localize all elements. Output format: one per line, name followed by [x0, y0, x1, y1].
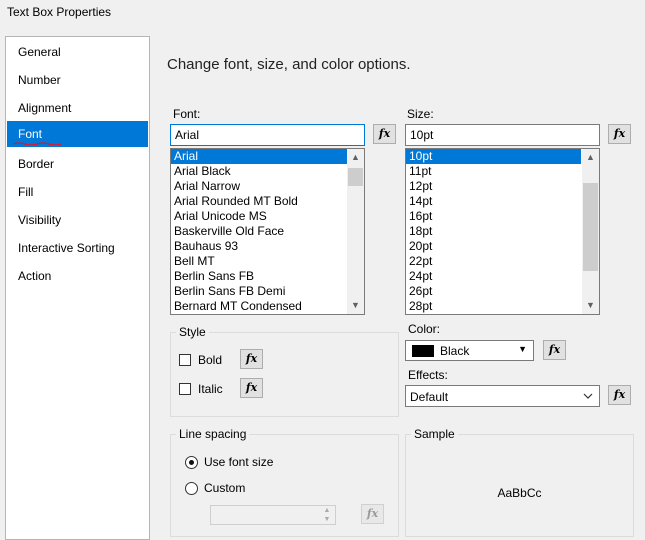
list-item[interactable]: 18pt: [406, 224, 599, 239]
list-item[interactable]: 12pt: [406, 179, 599, 194]
custom-radio[interactable]: [185, 482, 198, 495]
fx-icon: fx: [613, 127, 626, 140]
size-listbox[interactable]: 10pt 11pt 12pt 14pt 16pt 18pt 20pt 22pt …: [405, 148, 600, 315]
sample-group-title: Sample: [411, 427, 458, 441]
custom-spacing-input[interactable]: [210, 505, 336, 525]
page-heading: Change font, size, and color options.: [167, 56, 411, 73]
use-font-size-label: Use font size: [204, 455, 274, 469]
list-item[interactable]: 22pt: [406, 254, 599, 269]
scroll-thumb[interactable]: [348, 168, 363, 186]
italic-expression-button[interactable]: fx: [240, 378, 263, 398]
color-value: Black: [440, 344, 470, 358]
use-font-size-radio[interactable]: [185, 456, 198, 469]
nav-item-label: Visibility: [18, 213, 62, 227]
list-item[interactable]: 11pt: [406, 164, 599, 179]
effects-value: Default: [410, 390, 449, 404]
nav-item-label: Interactive Sorting: [18, 241, 115, 255]
nav-item-label: Border: [18, 157, 55, 171]
nav-item-general[interactable]: General: [7, 39, 148, 65]
sample-text: AaBbCc: [497, 486, 542, 500]
custom-spacing-expression-button[interactable]: fx: [361, 504, 384, 524]
list-item[interactable]: 28pt: [406, 299, 599, 314]
list-item[interactable]: Berlin Sans FB Demi: [171, 284, 364, 299]
custom-label: Custom: [204, 481, 246, 495]
list-item[interactable]: Arial Unicode MS: [171, 209, 364, 224]
list-item[interactable]: 26pt: [406, 284, 599, 299]
nav-item-label: General: [18, 45, 61, 59]
spinner-arrows-icon[interactable]: ▲ ▼: [320, 506, 334, 524]
font-expression-button[interactable]: fx: [373, 124, 396, 144]
nav-item-number[interactable]: Number: [7, 67, 148, 93]
nav-item-font[interactable]: Font: [7, 121, 148, 147]
list-item[interactable]: Arial Rounded MT Bold: [171, 194, 364, 209]
nav-item-action[interactable]: Action: [7, 263, 148, 289]
nav-item-label: Fill: [18, 185, 34, 199]
list-item[interactable]: Bauhaus 93: [171, 239, 364, 254]
style-group: [170, 332, 399, 417]
font-label: Font:: [173, 107, 201, 121]
fx-icon: fx: [245, 381, 258, 394]
nav-item-label: Font: [18, 127, 43, 141]
nav-item-border[interactable]: Border: [7, 151, 148, 177]
effects-label: Effects:: [408, 368, 448, 382]
color-swatch: [412, 345, 434, 357]
color-label: Color:: [408, 322, 441, 336]
list-item[interactable]: 16pt: [406, 209, 599, 224]
color-expression-button[interactable]: fx: [543, 340, 566, 360]
size-scrollbar[interactable]: ▲ ▼: [582, 149, 599, 314]
size-expression-button[interactable]: fx: [608, 124, 631, 144]
nav-item-label: Number: [18, 73, 61, 87]
fx-icon: fx: [366, 507, 379, 520]
bold-expression-button[interactable]: fx: [240, 349, 263, 369]
nav-item-interactive-sorting[interactable]: Interactive Sorting: [7, 235, 148, 261]
fx-icon: fx: [378, 127, 391, 140]
size-label: Size:: [407, 107, 434, 121]
list-item[interactable]: Berlin Sans FB: [171, 269, 364, 284]
font-input[interactable]: Arial: [170, 124, 365, 146]
color-dropdown[interactable]: Black ▼: [405, 340, 534, 361]
list-item[interactable]: Arial Black: [171, 164, 364, 179]
line-spacing-group-title: Line spacing: [176, 427, 250, 441]
effects-dropdown[interactable]: Default: [405, 385, 600, 407]
scroll-up-icon[interactable]: ▲: [347, 149, 364, 166]
list-item[interactable]: 10pt: [406, 149, 581, 164]
nav-item-fill[interactable]: Fill: [7, 179, 148, 205]
nav-item-alignment[interactable]: Alignment: [7, 95, 148, 121]
chevron-down-icon: [583, 393, 593, 399]
list-item[interactable]: Baskerville Old Face: [171, 224, 364, 239]
nav-item-label: Alignment: [18, 101, 72, 115]
spellcheck-underline: [13, 142, 61, 145]
list-item[interactable]: Arial: [171, 149, 350, 164]
nav-item-label: Action: [18, 269, 52, 283]
list-item[interactable]: 24pt: [406, 269, 599, 284]
style-group-title: Style: [176, 325, 209, 339]
list-item[interactable]: Bell MT: [171, 254, 364, 269]
list-item[interactable]: Arial Narrow: [171, 179, 364, 194]
list-item[interactable]: Bernard MT Condensed: [171, 299, 364, 314]
category-nav: General Number Alignment Font Border Fil…: [5, 36, 150, 540]
size-input[interactable]: 10pt: [405, 124, 600, 146]
nav-item-visibility[interactable]: Visibility: [7, 207, 148, 233]
italic-checkbox[interactable]: [179, 383, 191, 395]
effects-expression-button[interactable]: fx: [608, 385, 631, 405]
scroll-up-icon[interactable]: ▲: [582, 149, 599, 166]
font-scrollbar[interactable]: ▲ ▼: [347, 149, 364, 314]
font-listbox[interactable]: Arial Arial Black Arial Narrow Arial Rou…: [170, 148, 365, 315]
chevron-down-icon: ▼: [518, 344, 527, 354]
scroll-thumb[interactable]: [583, 183, 598, 271]
fx-icon: fx: [613, 388, 626, 401]
bold-checkbox[interactable]: [179, 354, 191, 366]
fx-icon: fx: [548, 343, 561, 356]
window-title: Text Box Properties: [7, 5, 112, 19]
italic-label: Italic: [198, 382, 223, 396]
bold-label: Bold: [198, 353, 223, 367]
fx-icon: fx: [245, 352, 258, 365]
list-item[interactable]: 14pt: [406, 194, 599, 209]
scroll-down-icon[interactable]: ▼: [347, 297, 364, 314]
list-item[interactable]: 20pt: [406, 239, 599, 254]
scroll-down-icon[interactable]: ▼: [582, 297, 599, 314]
